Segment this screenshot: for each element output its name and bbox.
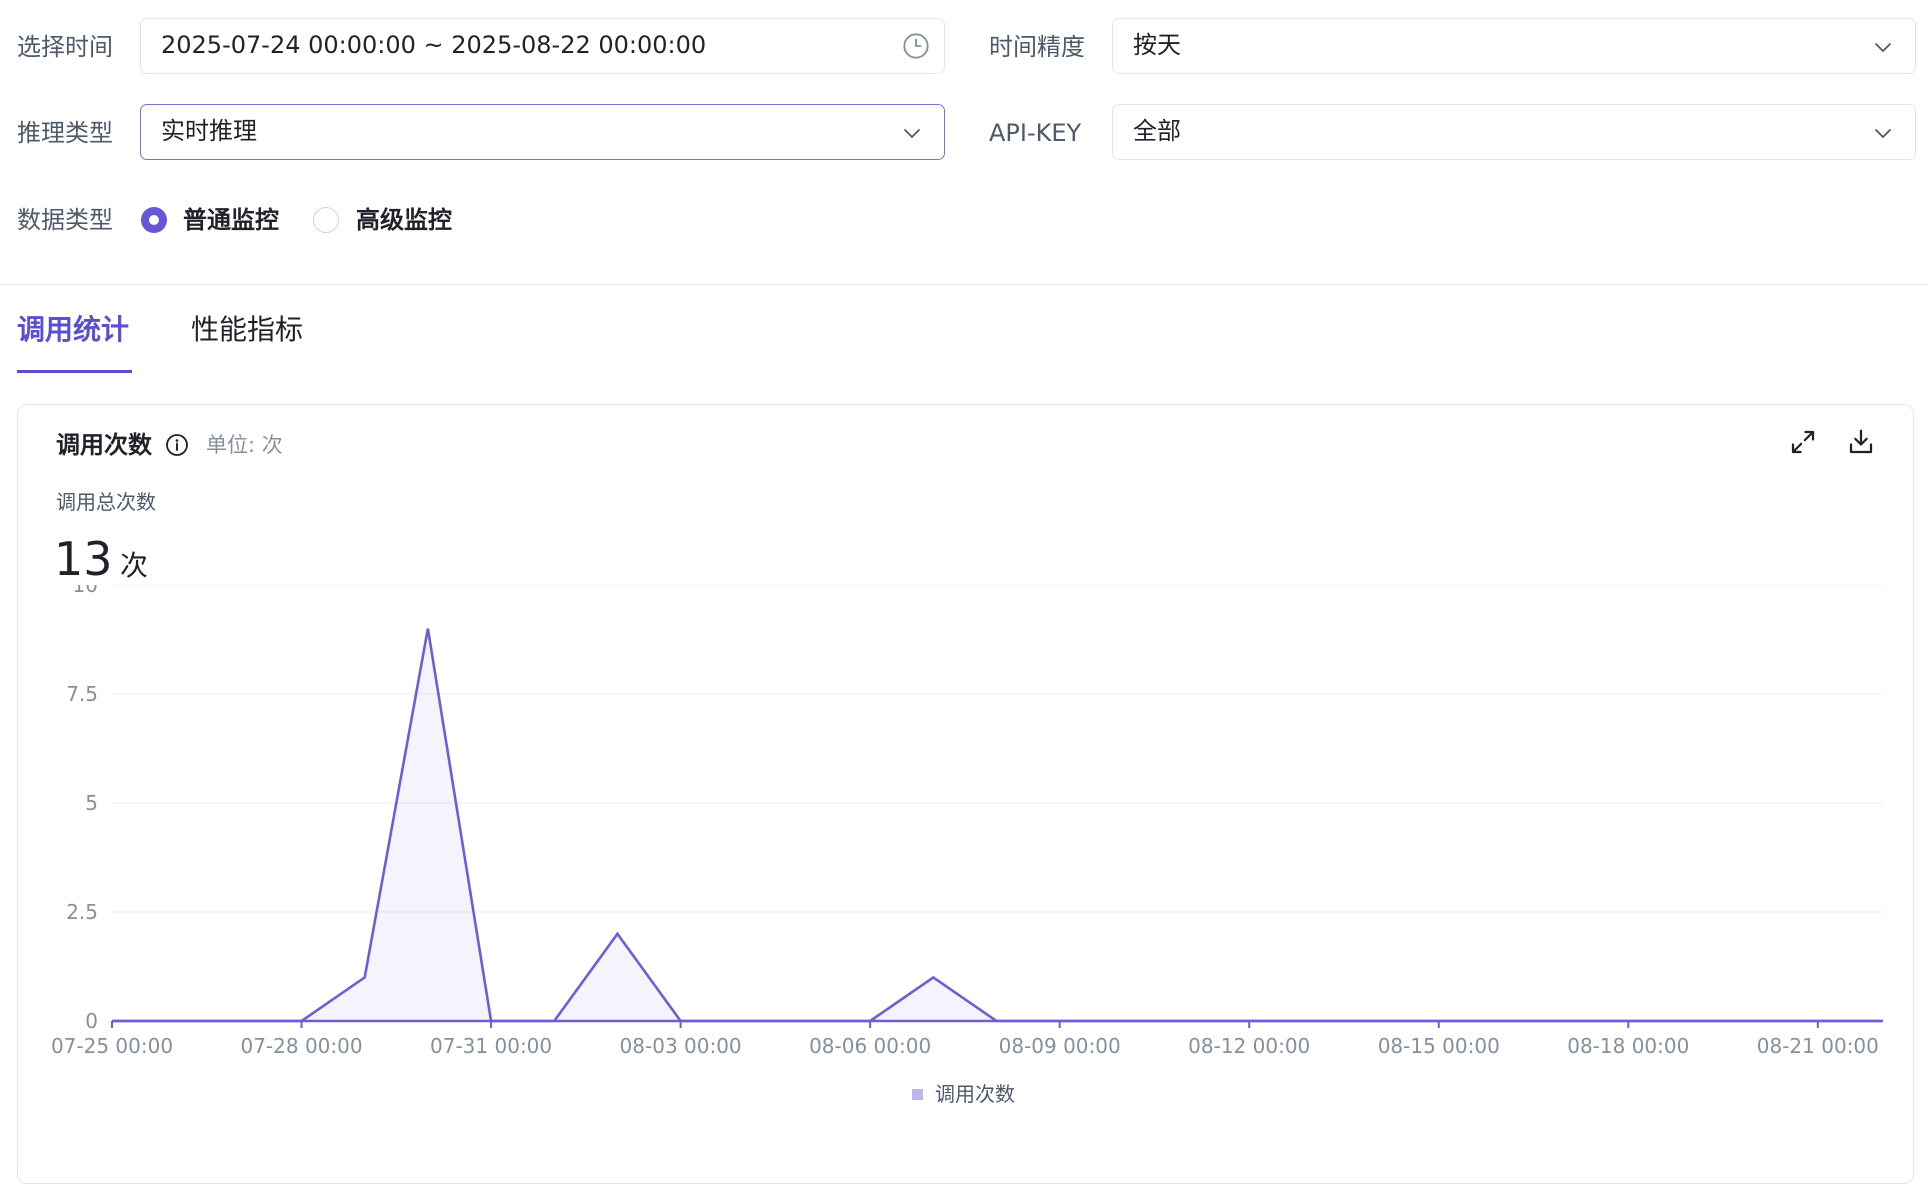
x-tick-label: 08-09 00:00 [999, 1034, 1121, 1058]
api-key-select[interactable]: 全部 [1112, 104, 1916, 160]
section-divider [0, 284, 1928, 285]
unit-label: 单位: 次 [206, 433, 283, 457]
x-tick-label: 08-12 00:00 [1188, 1034, 1310, 1058]
inference-type-select[interactable]: 实时推理 [140, 104, 945, 160]
x-tick-label: 08-18 00:00 [1567, 1034, 1689, 1058]
granularity-value: 按天 [1133, 31, 1181, 59]
y-tick-label: 0 [85, 1009, 98, 1033]
granularity-label: 时间精度 [989, 33, 1085, 61]
time-range-value: 2025-07-24 00:00:00 ~ 2025-08-22 00:00:0… [161, 31, 707, 59]
x-tick-label: 08-03 00:00 [620, 1034, 742, 1058]
x-tick-label: 07-31 00:00 [430, 1034, 552, 1058]
chevron-down-icon [904, 129, 920, 139]
legend-label[interactable]: 调用次数 [935, 1082, 1015, 1106]
data-type-label: 数据类型 [17, 206, 113, 234]
x-tick-label: 07-28 00:00 [240, 1034, 362, 1058]
card-title: 调用次数 [56, 431, 152, 459]
legend-swatch[interactable] [912, 1089, 923, 1100]
series-area [112, 628, 1881, 1021]
total-calls-label: 调用总次数 [56, 490, 156, 514]
total-calls-unit: 次 [120, 549, 149, 582]
download-icon[interactable] [1846, 427, 1876, 457]
inference-type-label: 推理类型 [17, 119, 113, 147]
info-icon[interactable] [165, 433, 189, 457]
radio-advanced-monitoring-label[interactable]: 高级监控 [356, 205, 452, 235]
granularity-select[interactable]: 按天 [1112, 18, 1916, 74]
active-tab-indicator [17, 370, 132, 373]
tab-call-statistics[interactable]: 调用统计 [17, 310, 129, 350]
y-tick-label: 7.5 [66, 682, 98, 706]
expand-icon[interactable] [1788, 427, 1818, 457]
radio-advanced-monitoring[interactable] [313, 207, 339, 233]
x-tick-label: 08-15 00:00 [1378, 1034, 1500, 1058]
chevron-down-icon [1875, 43, 1891, 53]
y-tick-label: 10 [73, 585, 98, 597]
y-tick-label: 5 [85, 791, 98, 815]
call-count-card: 调用次数 单位: 次 调用总次数 13 次 0 2.5 5 7.5 10 07-25 00… [17, 404, 1914, 1184]
radio-normal-monitoring[interactable] [141, 207, 167, 233]
total-calls-value: 13 [54, 532, 113, 586]
tab-performance-metrics[interactable]: 性能指标 [191, 310, 303, 350]
y-tick-label: 2.5 [66, 900, 98, 924]
inference-type-value: 实时推理 [161, 117, 257, 145]
chevron-down-icon [1875, 129, 1891, 139]
time-range-input[interactable]: 2025-07-24 00:00:00 ~ 2025-08-22 00:00:0… [140, 18, 945, 74]
x-tick-label: 08-21 00:00 [1757, 1034, 1879, 1058]
x-tick-label: 08-06 00:00 [809, 1034, 931, 1058]
clock-icon[interactable] [902, 32, 930, 60]
api-key-value: 全部 [1133, 117, 1181, 145]
time-label: 选择时间 [17, 33, 113, 61]
api-key-label: API-KEY [989, 119, 1082, 147]
radio-normal-monitoring-label[interactable]: 普通监控 [183, 205, 279, 235]
x-tick-label: 07-25 00:00 [51, 1034, 173, 1058]
call-count-chart: 0 2.5 5 7.5 10 07-25 00:00 07-28 00:00 07-31 00… [51, 585, 1883, 1106]
